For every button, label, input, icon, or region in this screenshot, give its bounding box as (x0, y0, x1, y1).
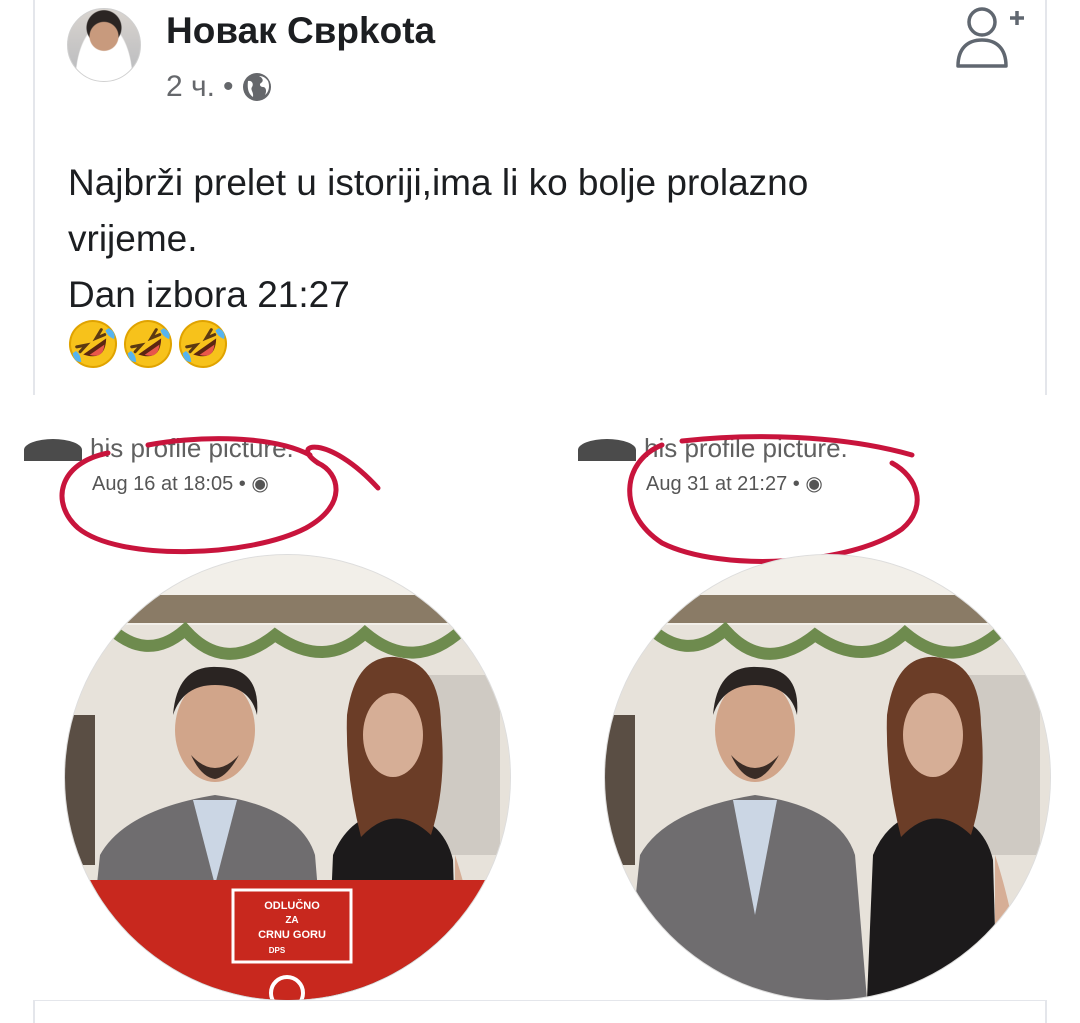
cropped-avatar (24, 439, 82, 461)
globe-icon[interactable] (242, 72, 272, 102)
profile-picture-caption: his profile picture. (90, 433, 294, 463)
add-friend-icon[interactable] (952, 4, 1024, 70)
post-text-line: Najbrži prelet u istoriji,ima li ko bolj… (68, 162, 809, 203)
profile-photo-right (605, 555, 1050, 1000)
post-text-line: Dan izbora 21:27 (68, 274, 350, 315)
profile-picture-caption: his profile picture. (644, 433, 848, 463)
post-meta: 2 ч. • (166, 70, 272, 104)
timestamp: Aug 31 at 21:27 • ◉ (646, 473, 823, 495)
post-text-line: vrijeme. (68, 218, 198, 259)
screenshot-left: his profile picture. Aug 16 at 18:05 • ◉ (8, 395, 520, 1000)
author-avatar[interactable] (67, 8, 141, 82)
profile-photo-left: ODLUČNO ZA CRNU GORU DPS (65, 555, 510, 1000)
rolling-laughing-emoji-icon (124, 320, 172, 368)
banner-line-1: ODLUČNO (264, 899, 320, 912)
post-text: Najbrži prelet u istoriji,ima li ko bolj… (68, 155, 1018, 323)
rolling-laughing-emoji-icon (69, 320, 117, 368)
emoji-row (67, 318, 229, 370)
banner-line-4: DPS (269, 946, 286, 955)
author-name[interactable]: Новак Сврkota (166, 10, 435, 52)
rolling-laughing-emoji-icon (179, 320, 227, 368)
cropped-avatar (578, 439, 636, 461)
banner-line-2: ZA (285, 915, 298, 926)
meta-separator: • (222, 70, 234, 103)
screenshot-right: his profile picture. Aug 31 at 21:27 • ◉ (560, 395, 1072, 1000)
banner-line-3: CRNU GORU (258, 929, 326, 941)
post-card-bottom (33, 1000, 1047, 1023)
post-time[interactable]: 2 ч. (166, 70, 215, 104)
timestamp: Aug 16 at 18:05 • ◉ (92, 473, 269, 495)
shared-image[interactable]: his profile picture. Aug 16 at 18:05 • ◉ (0, 395, 1080, 1000)
